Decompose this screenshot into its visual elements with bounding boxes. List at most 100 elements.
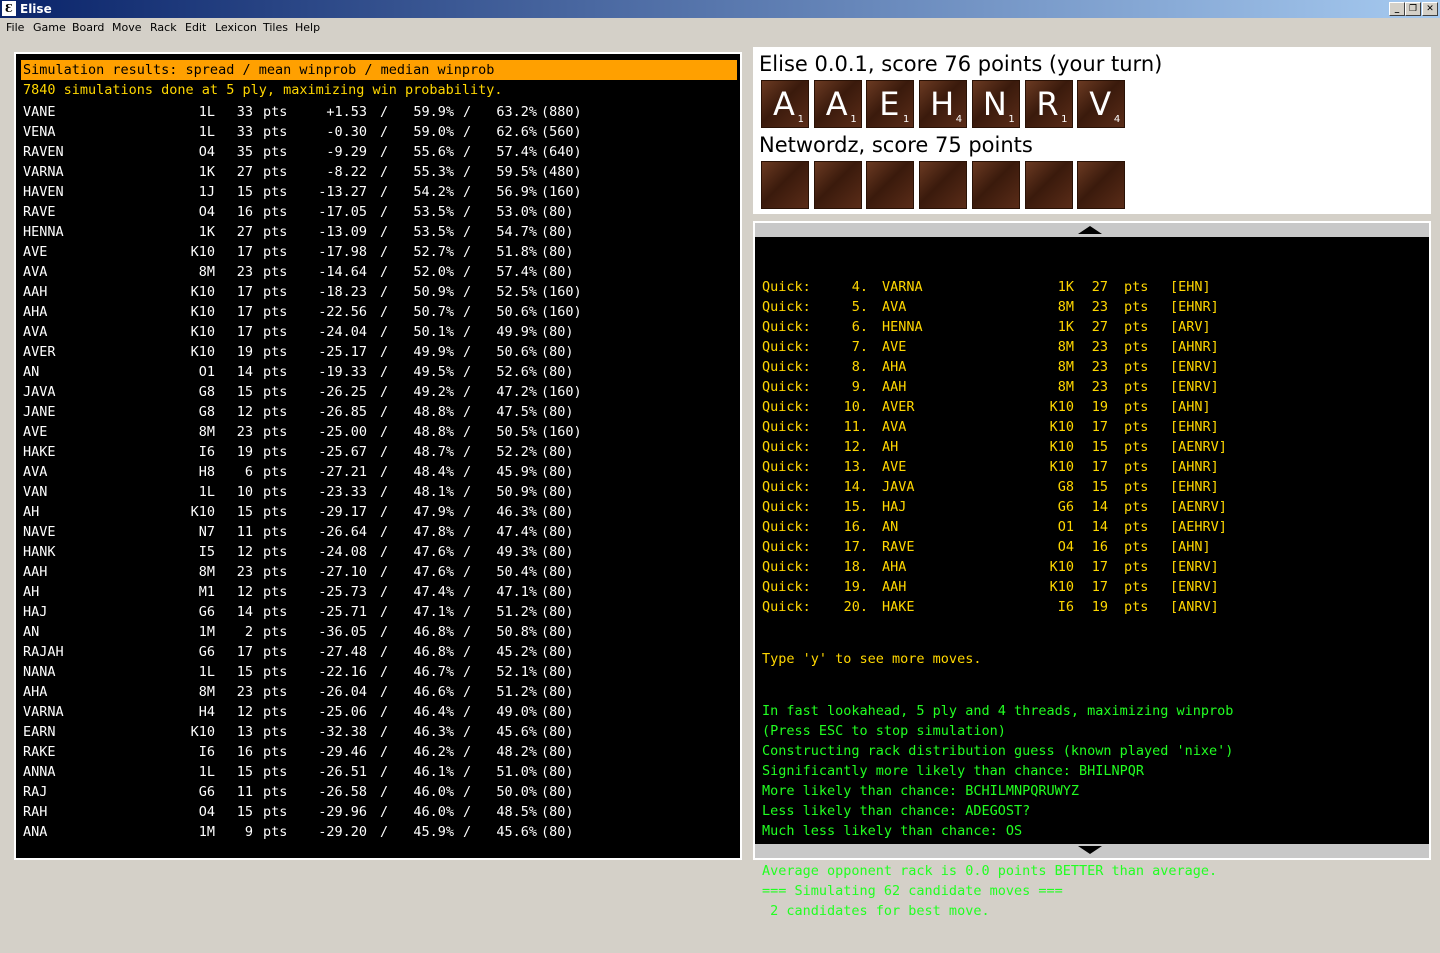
move-points: 23 [1091,379,1108,395]
move-rank: 10. [843,399,868,415]
hidden-tile [866,161,915,209]
menu-tiles[interactable]: Tiles [263,21,288,34]
points-unit: pts [263,184,288,200]
move-position: I6 [198,744,215,760]
move-word: EARN [23,724,56,740]
separator: / [463,584,472,600]
simulation-count: (80) [541,444,574,460]
menu-rack[interactable]: Rack [150,21,177,34]
median-winprob: 59.5% [496,164,537,180]
simulation-count: (880) [541,104,582,120]
move-position: K10 [190,344,215,360]
points-unit: pts [263,664,288,680]
restore-icon[interactable]: ❐ [1405,2,1421,16]
menu-move[interactable]: Move [112,21,142,34]
moves-panel[interactable]: Quick: 4. VARNA 1K 27 pts [EHN] Quick: 5. AVA 8M 23… [753,221,1431,919]
move-rank: 15. [843,499,868,515]
median-winprob: 50.6% [496,304,537,320]
points-unit: pts [263,324,288,340]
menu-game[interactable]: Game [33,21,66,34]
move-word: AN [23,624,40,640]
separator: / [463,224,472,240]
menu-board[interactable]: Board [72,21,104,34]
move-points: 17 [1091,459,1108,475]
move-word: HAJ [23,604,48,620]
move-position: 1L [198,764,215,780]
separator: / [380,284,389,300]
close-icon[interactable]: ✕ [1422,2,1438,16]
simulation-count: (80) [541,744,574,760]
spread-value: -13.27 [318,184,367,200]
move-points: 14 [236,604,253,620]
mean-winprob: 59.9% [413,104,454,120]
menu-help[interactable]: Help [295,21,320,34]
menu-lexicon[interactable]: Lexicon [215,21,257,34]
median-winprob: 47.5% [496,404,537,420]
mean-winprob: 46.6% [413,684,454,700]
mean-winprob: 48.1% [413,484,454,500]
points-unit: pts [263,244,288,260]
spread-value: -25.71 [318,604,367,620]
move-points: 15 [1091,439,1108,455]
spread-value: -25.67 [318,444,367,460]
menu-edit[interactable]: Edit [185,21,206,34]
minimize-icon[interactable]: _ [1389,2,1405,16]
move-word: JANE [23,404,56,420]
move-position: 1M [198,824,215,840]
scroll-up-bar[interactable] [755,223,1429,237]
simulation-panel[interactable]: Simulation results: spread / mean winpro… [14,52,742,860]
scroll-up-icon[interactable] [1078,226,1102,234]
scroll-down-bar[interactable] [755,844,1429,858]
separator: / [463,644,472,660]
list-item: Quick: 5. AVA 8M 23 pts [EHNR] [762,297,1233,317]
log-line: More likely than chance: BCHILMNPQRUWYZ [762,783,1079,799]
move-leave: [EHN] [1170,279,1211,295]
separator: / [380,764,389,780]
separator: / [463,364,472,380]
spread-value: -17.05 [318,204,367,220]
move-position: 8M [1057,339,1074,355]
points-unit: pts [263,364,288,380]
median-winprob: 47.4% [496,524,537,540]
separator: / [380,684,389,700]
points-unit: pts [263,564,288,580]
separator: / [463,604,472,620]
scroll-down-icon[interactable] [1078,846,1102,854]
median-winprob: 45.9% [496,464,537,480]
move-points: 17 [1091,559,1108,575]
move-leave: [ANRV] [1170,599,1219,615]
mean-winprob: 52.0% [413,264,454,280]
separator: / [380,224,389,240]
separator: / [463,504,472,520]
list-item: Quick: 6. HENNA 1K 27 pts [ARV] [762,317,1233,337]
separator: / [463,164,472,180]
spread-value: -36.05 [318,624,367,640]
separator: / [463,384,472,400]
points-unit: pts [1124,339,1149,355]
move-points: 14 [1091,519,1108,535]
move-position: G6 [1057,499,1074,515]
menu-file[interactable]: File [6,21,24,34]
quick-label: Quick: [762,519,811,535]
points-unit: pts [263,724,288,740]
separator: / [380,244,389,260]
move-word: AVER [23,344,56,360]
separator: / [380,384,389,400]
spread-value: -29.20 [318,824,367,840]
move-position: K10 [190,244,215,260]
move-word: JAVA [23,384,56,400]
move-word: AAH [882,379,907,395]
move-position: 1K [1057,319,1074,335]
quick-label: Quick: [762,499,811,515]
median-winprob: 45.2% [496,644,537,660]
median-winprob: 46.3% [496,504,537,520]
log-line: === Simulating 62 candidate moves === [762,883,1063,899]
mean-winprob: 46.4% [413,704,454,720]
mean-winprob: 46.8% [413,644,454,660]
points-unit: pts [1124,599,1149,615]
spread-value: -26.25 [318,384,367,400]
separator: / [380,364,389,380]
move-word: AH [882,439,899,455]
points-unit: pts [263,704,288,720]
points-unit: pts [263,544,288,560]
